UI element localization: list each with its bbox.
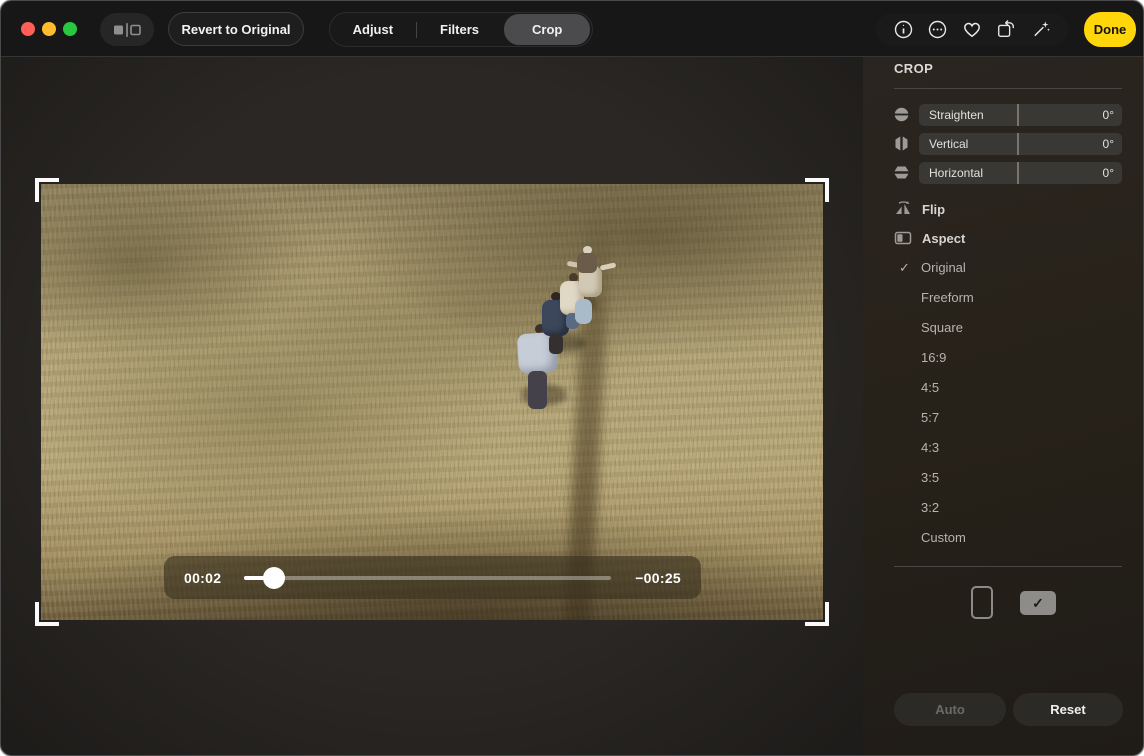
rotate-icon[interactable] <box>996 20 1016 40</box>
toolbar-icon-group <box>876 13 1068 46</box>
aspect-option-4-3[interactable]: 4:3 <box>863 439 1144 459</box>
zoom-window-button[interactable] <box>63 22 77 36</box>
slider-tick <box>1017 104 1019 126</box>
aspect-option-16-9[interactable]: 16:9 <box>863 349 1144 369</box>
auto-label: Auto <box>935 702 965 717</box>
close-window-button[interactable] <box>21 22 35 36</box>
horizontal-slider[interactable]: Horizontal 0° <box>919 162 1122 184</box>
aspect-option-5-7[interactable]: 5:7 <box>863 409 1144 429</box>
flip-icon <box>894 200 912 218</box>
auto-enhance-icon[interactable] <box>1031 20 1051 40</box>
crop-handle-bottom-left[interactable] <box>35 602 59 626</box>
divider <box>894 566 1122 567</box>
reset-button[interactable]: Reset <box>1013 693 1123 726</box>
elapsed-time: 00:02 <box>184 570 230 586</box>
video-frame[interactable]: 00:02 −00:25 <box>41 184 823 620</box>
remaining-time: −00:25 <box>625 570 681 586</box>
tab-adjust[interactable]: Adjust <box>330 14 416 45</box>
scrubber-thumb[interactable] <box>263 567 285 589</box>
straighten-dial-icon <box>893 106 910 123</box>
done-label: Done <box>1094 22 1127 37</box>
edit-canvas: 00:02 −00:25 <box>1 57 863 756</box>
edit-mode-segmented-control: Adjust Filters Crop <box>329 12 593 47</box>
tab-filters[interactable]: Filters <box>417 14 503 45</box>
video-scrubber: 00:02 −00:25 <box>164 556 701 599</box>
horizontal-value: 0° <box>1103 166 1122 180</box>
check-icon: ✓ <box>899 260 910 276</box>
done-button[interactable]: Done <box>1084 12 1136 47</box>
reset-label: Reset <box>1050 702 1085 717</box>
scrubber-track[interactable] <box>244 576 611 580</box>
more-icon[interactable] <box>928 20 948 40</box>
flip-button[interactable]: Flip <box>894 200 945 218</box>
content-area: 00:02 −00:25 CROP <box>1 57 1144 756</box>
crop-sidebar: CROP Straighten 0° <box>863 57 1144 756</box>
before-after-compare-icon <box>110 22 144 38</box>
aspect-button[interactable]: Aspect <box>894 229 965 247</box>
slider-tick <box>1017 162 1019 184</box>
vertical-value: 0° <box>1103 137 1122 151</box>
straighten-label: Straighten <box>919 108 1103 122</box>
photos-video-edit-window: Revert to Original Adjust Filters Crop <box>0 0 1144 756</box>
crop-handle-top-left[interactable] <box>35 178 59 202</box>
crop-handle-bottom-right[interactable] <box>805 602 829 626</box>
aspect-option-freeform[interactable]: Freeform <box>863 289 1144 309</box>
aspect-option-original[interactable]: ✓ Original <box>863 259 1144 279</box>
favorite-icon[interactable] <box>962 20 982 40</box>
aspect-label: Aspect <box>922 231 965 246</box>
horizontal-label: Horizontal <box>919 166 1103 180</box>
slider-tick <box>1017 133 1019 155</box>
titlebar: Revert to Original Adjust Filters Crop <box>1 1 1143 57</box>
straighten-slider[interactable]: Straighten 0° <box>919 104 1122 126</box>
vertical-perspective-icon <box>893 135 910 152</box>
revert-to-original-button[interactable]: Revert to Original <box>168 12 304 46</box>
check-icon: ✓ <box>1032 595 1044 612</box>
vertical-slider[interactable]: Vertical 0° <box>919 133 1122 155</box>
crop-section-title: CROP <box>894 61 933 76</box>
crop-handle-top-right[interactable] <box>805 178 829 202</box>
straighten-value: 0° <box>1103 108 1122 122</box>
divider <box>894 88 1122 89</box>
orientation-landscape-button[interactable]: ✓ <box>1020 591 1056 615</box>
tab-crop[interactable]: Crop <box>504 14 590 45</box>
auto-button[interactable]: Auto <box>894 693 1006 726</box>
aspect-icon <box>894 229 912 247</box>
info-icon[interactable] <box>893 20 913 40</box>
vertical-label: Vertical <box>919 137 1103 151</box>
aspect-option-square[interactable]: Square <box>863 319 1144 339</box>
aspect-option-custom[interactable]: Custom <box>863 529 1144 549</box>
revert-to-original-label: Revert to Original <box>181 22 290 37</box>
aspect-option-3-5[interactable]: 3:5 <box>863 469 1144 489</box>
minimize-window-button[interactable] <box>42 22 56 36</box>
aspect-option-4-5[interactable]: 4:5 <box>863 379 1144 399</box>
flip-label: Flip <box>922 202 945 217</box>
orientation-portrait-button[interactable] <box>971 586 993 619</box>
aspect-option-3-2[interactable]: 3:2 <box>863 499 1144 519</box>
compare-before-after-button[interactable] <box>100 13 154 46</box>
horizontal-perspective-icon <box>893 164 910 181</box>
